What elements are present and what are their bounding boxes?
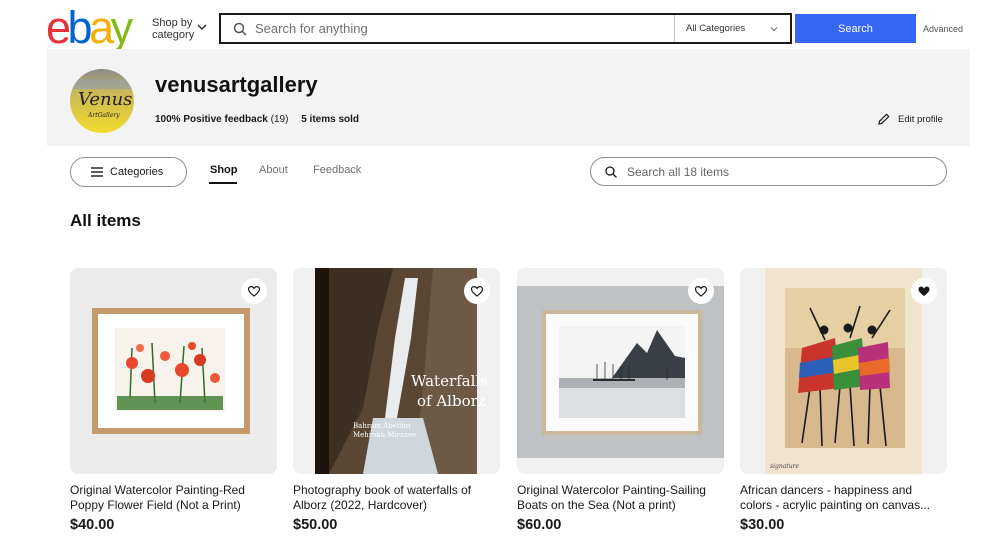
feedback-count[interactable]: (19) <box>271 114 289 125</box>
logo-letter-b: b <box>67 2 93 53</box>
shop-by-category-button[interactable]: Shop by category <box>152 17 194 41</box>
heart-outline-icon <box>248 285 260 297</box>
painting-signature: signature <box>770 463 799 470</box>
product-price: $60.00 <box>517 517 562 533</box>
category-select-value: All Categories <box>686 23 746 34</box>
product-image[interactable] <box>70 268 277 474</box>
tab-about[interactable]: About <box>259 164 288 176</box>
chevron-down-icon <box>770 27 778 32</box>
watch-button[interactable] <box>241 278 267 304</box>
menu-icon <box>91 167 103 177</box>
product-image[interactable]: signature <box>740 268 947 474</box>
product-price: $30.00 <box>740 517 785 533</box>
ebay-logo[interactable]: ebay <box>46 2 134 53</box>
product-card[interactable]: Original Watercolor Painting-Red Poppy F… <box>70 268 277 533</box>
feedback-percent[interactable]: 100% Positive feedback <box>155 114 268 125</box>
site-header: ebay Shop by category Search for anythin… <box>0 0 999 50</box>
chevron-down-icon[interactable] <box>197 22 207 32</box>
avatar-subtext: ArtGallery <box>87 112 120 119</box>
store-search-box[interactable]: Search all 18 items <box>590 157 947 186</box>
product-card[interactable]: signature African dancers - happiness an… <box>740 268 947 533</box>
heart-filled-icon <box>918 286 930 296</box>
shop-by-line1: Shop by <box>152 17 193 29</box>
section-title: All items <box>70 211 141 230</box>
product-title[interactable]: Original Watercolor Painting-Red Poppy F… <box>70 483 277 513</box>
categories-button[interactable]: Categories <box>70 157 187 187</box>
product-price: $50.00 <box>293 517 338 533</box>
product-title[interactable]: African dancers - happiness and colors -… <box>740 483 947 513</box>
seller-name[interactable]: venusartgallery <box>155 72 318 98</box>
logo-letter-y: y <box>110 2 134 53</box>
product-title[interactable]: Original Watercolor Painting-Sailing Boa… <box>517 483 724 513</box>
venus-avatar-image: Venus ArtGallery <box>70 69 134 133</box>
tab-feedback[interactable]: Feedback <box>313 164 361 176</box>
search-icon <box>233 22 247 36</box>
global-search-box: Search for anything All Categories <box>219 13 792 44</box>
heart-outline-icon <box>695 285 707 297</box>
product-title[interactable]: Photography book of waterfalls of Alborz… <box>293 483 500 513</box>
advanced-search-link[interactable]: Advanced <box>923 24 963 34</box>
product-price: $40.00 <box>70 517 115 533</box>
product-card[interactable]: Waterfalls of Alborz Bahram Abedini Mehr… <box>293 268 500 533</box>
search-input[interactable]: Search for anything <box>255 21 674 36</box>
items-sold: 5 items sold <box>301 114 360 125</box>
avatar[interactable]: Venus ArtGallery <box>70 69 134 133</box>
pencil-icon <box>878 113 890 125</box>
heart-outline-icon <box>471 285 483 297</box>
watch-button[interactable] <box>688 278 714 304</box>
watch-button[interactable] <box>464 278 490 304</box>
book-author: Bahram Abedini Mehrokh Mirzaee <box>353 422 416 439</box>
active-tab-indicator <box>209 182 237 184</box>
avatar-text: Venus <box>78 89 132 110</box>
search-button[interactable]: Search <box>795 14 916 43</box>
product-image[interactable]: Waterfalls of Alborz Bahram Abedini Mehr… <box>293 268 500 474</box>
tab-shop[interactable]: Shop <box>210 164 238 176</box>
shop-by-line2: category <box>152 29 195 41</box>
categories-label: Categories <box>110 166 164 178</box>
logo-letter-a: a <box>89 2 114 53</box>
watch-button[interactable] <box>911 278 937 304</box>
category-select[interactable]: All Categories <box>674 15 790 42</box>
edit-profile-button[interactable]: Edit profile <box>878 113 943 125</box>
store-search-input[interactable]: Search all 18 items <box>627 165 729 179</box>
product-card[interactable]: Original Watercolor Painting-Sailing Boa… <box>517 268 724 533</box>
edit-profile-label: Edit profile <box>898 113 943 125</box>
search-icon <box>605 165 617 178</box>
seller-stats: 100% Positive feedback (19) 5 items sold <box>155 114 359 125</box>
seller-banner: Venus ArtGallery venusartgallery 100% Po… <box>47 49 970 146</box>
product-image[interactable] <box>517 268 724 474</box>
logo-letter-e: e <box>46 2 71 53</box>
